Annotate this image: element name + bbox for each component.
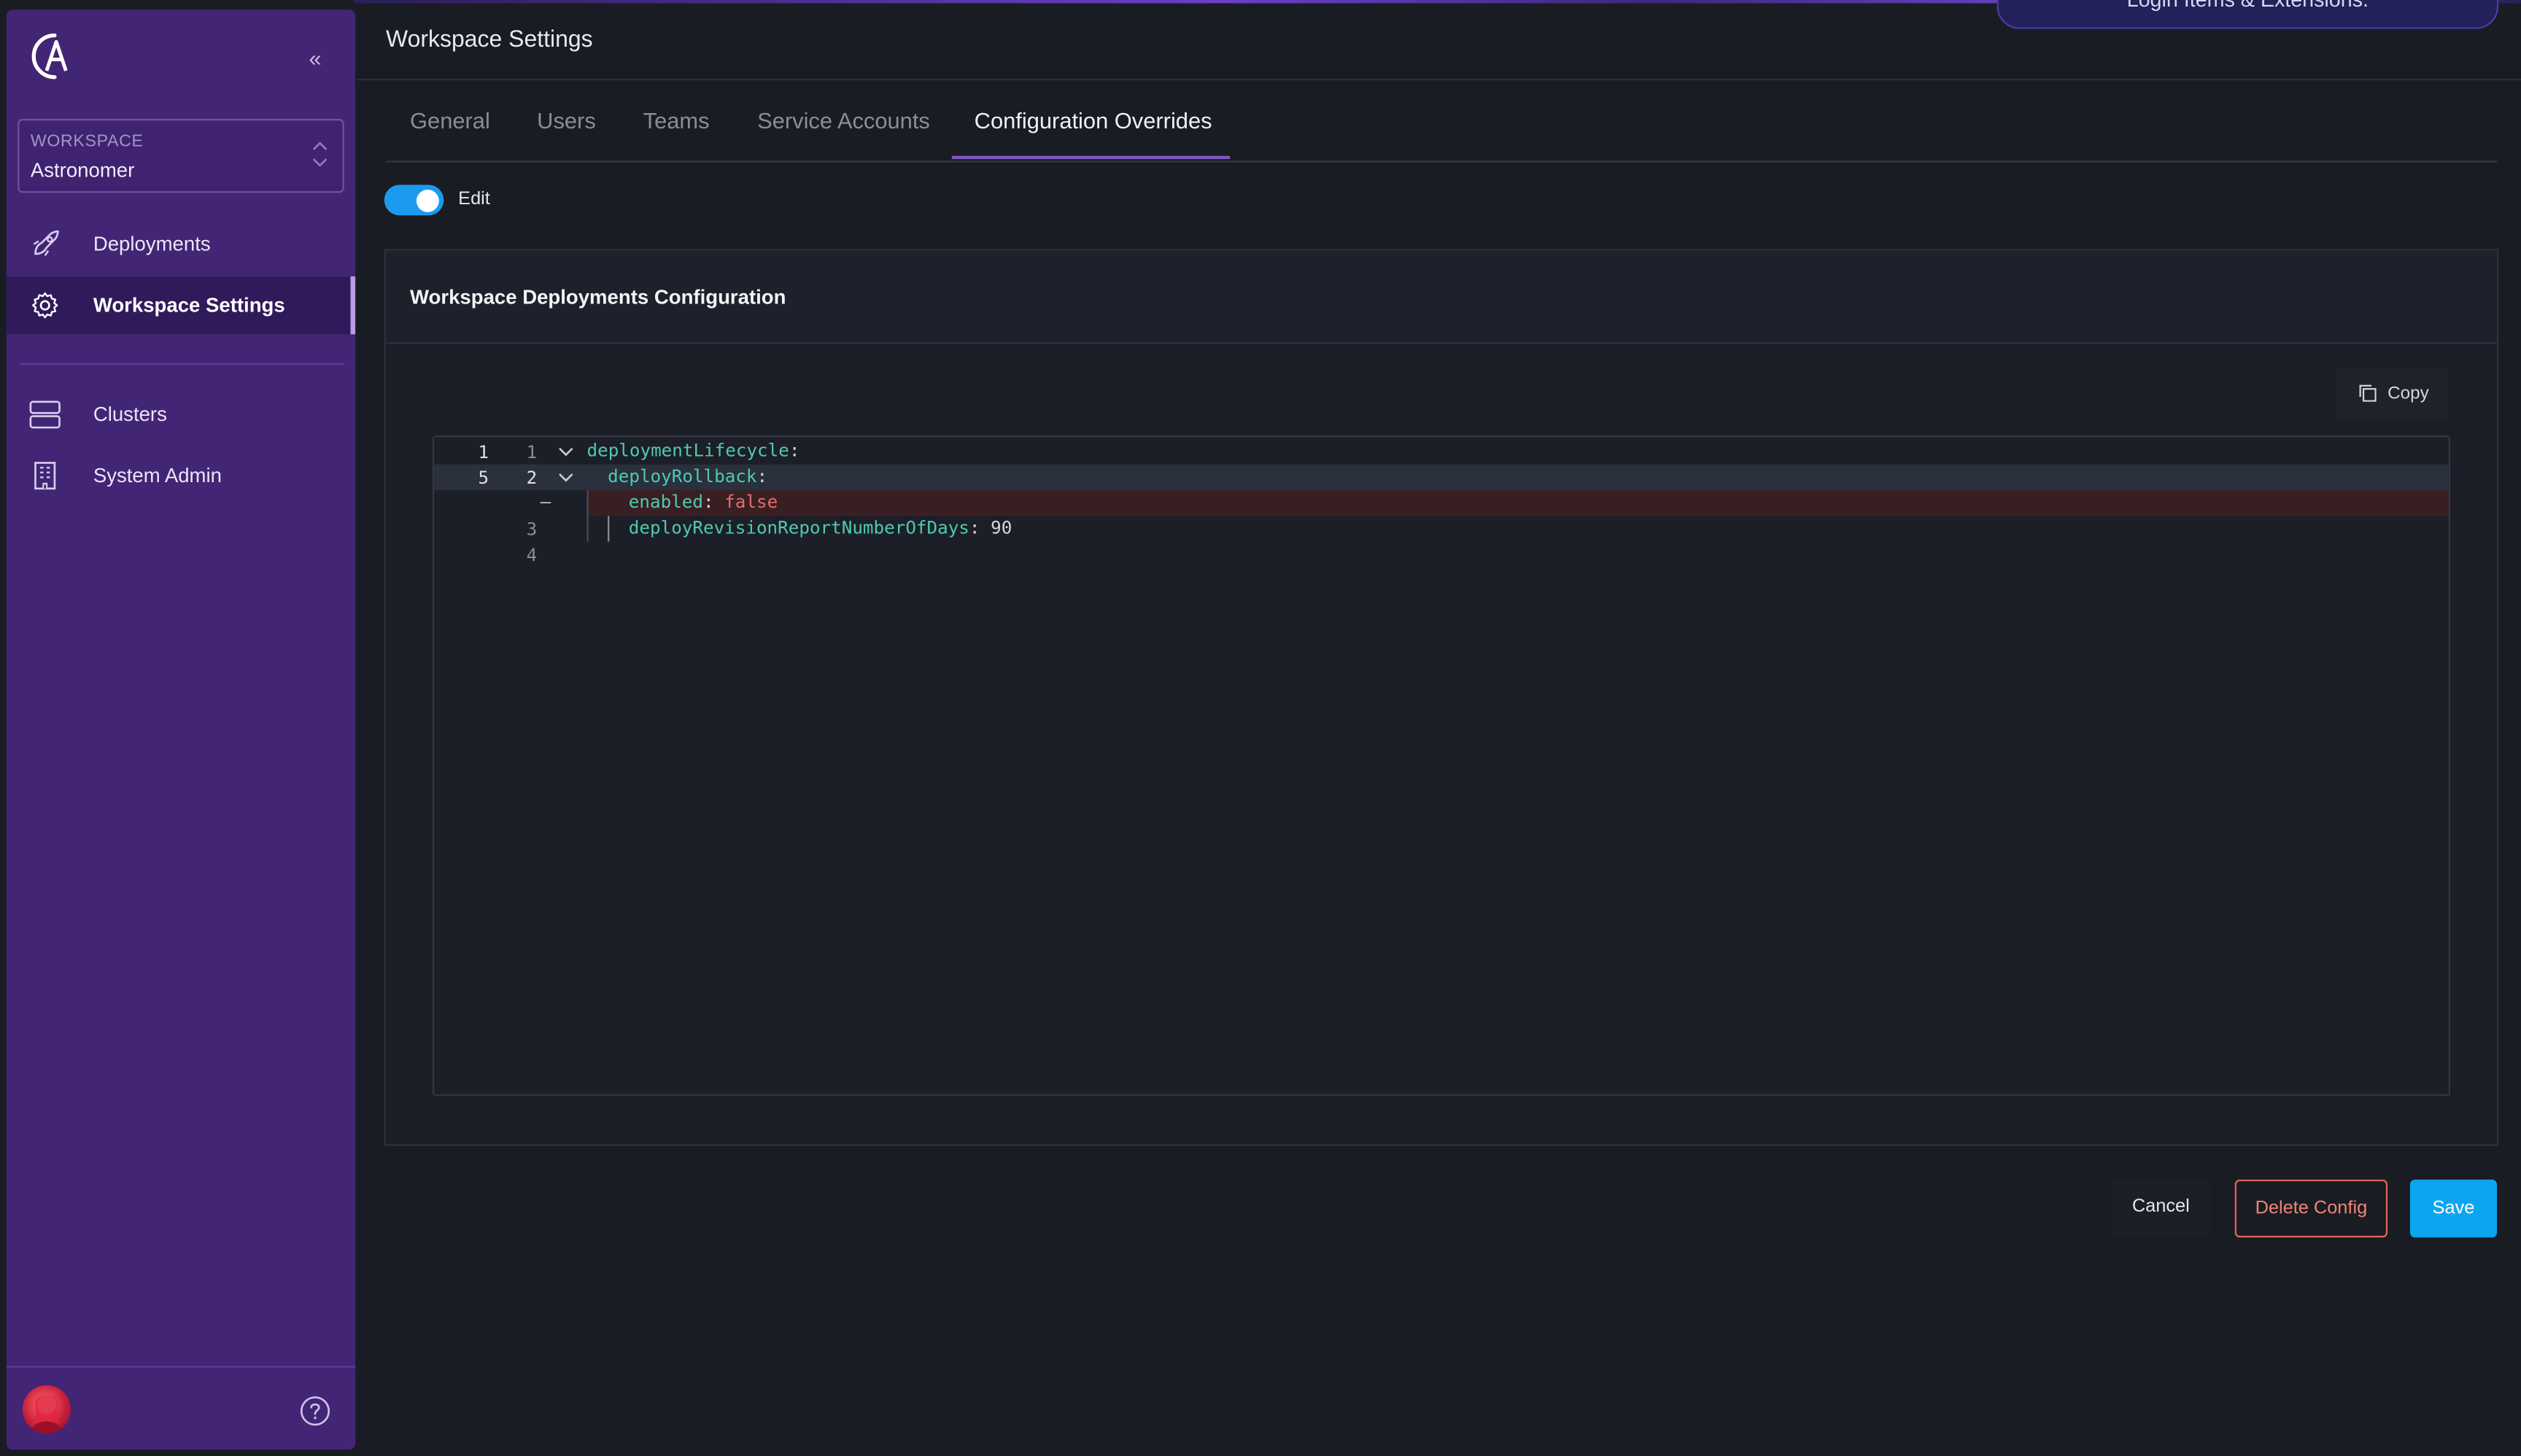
code-content: deploymentLifecycle: xyxy=(586,441,799,462)
page-title: Workspace Settings xyxy=(385,27,593,53)
sidebar-item-clusters[interactable]: Clusters xyxy=(7,386,355,444)
rocket-icon xyxy=(33,230,59,256)
code-content: deployRollback: xyxy=(608,466,767,487)
fold-chevron-icon[interactable] xyxy=(557,442,576,461)
modified-line-number: 4 xyxy=(526,544,538,566)
collapse-sidebar-icon[interactable]: « xyxy=(302,45,328,71)
sidebar-item-label: Deployments xyxy=(93,233,211,256)
yaml-colon: : xyxy=(969,517,980,539)
edit-toggle-label: Edit xyxy=(458,189,490,209)
yaml-key: deployRollback xyxy=(608,465,757,487)
code-line: 1 1 deploymentLifecycle: xyxy=(434,438,2449,464)
yaml-value: false xyxy=(724,492,778,513)
modified-line-number: 2 xyxy=(526,468,538,489)
diff-removed-marker: – xyxy=(540,492,551,513)
indent-guide xyxy=(608,516,610,542)
cancel-button[interactable]: Cancel xyxy=(2110,1180,2211,1236)
save-button[interactable]: Save xyxy=(2409,1180,2497,1238)
building-icon xyxy=(34,462,56,490)
copy-icon xyxy=(2359,384,2377,402)
sidebar-divider xyxy=(19,363,344,365)
tab-users[interactable]: Users xyxy=(537,108,596,133)
code-content: enabled: false xyxy=(629,492,778,513)
code-line-deleted: – enabled: false xyxy=(434,490,2449,516)
sidebar-item-workspace-settings[interactable]: Workspace Settings xyxy=(6,276,356,335)
toast-text: Login Items & Extensions. xyxy=(2127,0,2369,11)
help-icon[interactable] xyxy=(299,1395,331,1427)
gear-icon xyxy=(31,292,58,319)
yaml-colon: : xyxy=(789,440,800,462)
sidebar-item-system-admin[interactable]: System Admin xyxy=(7,446,355,504)
sidebar-item-label: Clusters xyxy=(93,403,167,426)
tab-general[interactable]: General xyxy=(410,108,490,133)
yaml-colon: : xyxy=(702,492,714,513)
workspace-selector[interactable]: WORKSPACE Astronomer xyxy=(18,119,344,193)
indent-guide xyxy=(586,489,589,516)
notification-toast[interactable]: Login Items & Extensions. xyxy=(1997,0,2499,29)
copy-label: Copy xyxy=(2388,384,2429,403)
fold-chevron-icon[interactable] xyxy=(557,468,576,487)
sidebar-footer-divider xyxy=(6,1366,356,1368)
card-title: Workspace Deployments Configuration xyxy=(410,286,786,309)
yaml-colon: : xyxy=(756,465,768,487)
original-line-number: 1 xyxy=(478,441,489,463)
tab-teams[interactable]: Teams xyxy=(643,108,710,133)
yaml-diff-editor[interactable]: 1 1 deploymentLifecycle: 5 2 deployRollb… xyxy=(432,435,2451,1096)
settings-tabs: General Users Teams Service Accounts Con… xyxy=(385,80,2497,163)
server-icon xyxy=(29,400,61,429)
code-line: 3 deployRevisionReportNumberOfDays: 90 xyxy=(434,516,2449,542)
active-tab-indicator xyxy=(951,155,1231,160)
avatar[interactable] xyxy=(22,1385,71,1434)
yaml-key: deploymentLifecycle xyxy=(586,440,789,462)
tab-configuration-overrides[interactable]: Configuration Overrides xyxy=(975,108,1212,133)
chevron-up-down-icon xyxy=(312,142,328,167)
astronomer-logo-icon[interactable] xyxy=(19,26,74,87)
modified-line-number: 3 xyxy=(526,519,538,541)
card-header: Workspace Deployments Configuration xyxy=(385,250,2497,344)
sidebar-item-label: System Admin xyxy=(93,464,222,487)
original-line-number: 5 xyxy=(478,468,489,489)
app-root: Login Items & Extensions. « WORKSPACE As… xyxy=(0,0,2521,1456)
toggle-knob xyxy=(416,188,439,212)
edit-toggle[interactable] xyxy=(384,185,444,216)
yaml-key: deployRevisionReportNumberOfDays xyxy=(628,517,969,539)
avatar-image xyxy=(30,1395,63,1434)
yaml-key: enabled xyxy=(628,492,703,513)
modified-line-number: 1 xyxy=(526,441,538,463)
indent-guide xyxy=(586,516,589,542)
sidebar: « WORKSPACE Astronomer Deployments Works… xyxy=(6,9,356,1450)
workspace-value: Astronomer xyxy=(30,159,135,182)
workspace-label: WORKSPACE xyxy=(30,131,144,152)
yaml-value: 90 xyxy=(991,517,1012,539)
code-line: 4 xyxy=(434,541,2449,567)
code-line: 5 2 deployRollback: xyxy=(434,464,2449,490)
tab-service-accounts[interactable]: Service Accounts xyxy=(757,108,930,133)
sidebar-item-label: Workspace Settings xyxy=(93,294,285,317)
copy-button[interactable]: Copy xyxy=(2336,368,2449,420)
delete-config-button[interactable]: Delete Config xyxy=(2234,1180,2388,1238)
code-content: deployRevisionReportNumberOfDays: 90 xyxy=(629,517,1012,538)
sidebar-item-deployments[interactable]: Deployments xyxy=(7,215,355,273)
